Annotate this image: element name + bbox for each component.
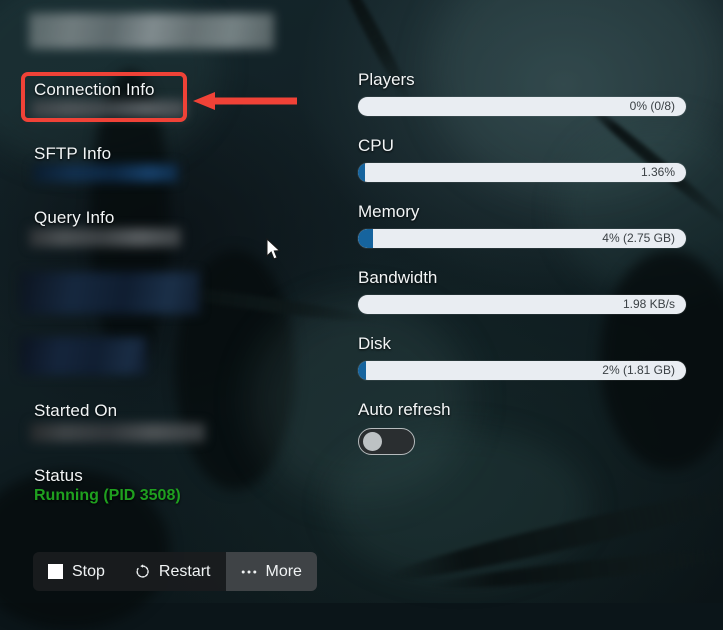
field-label-status: Status bbox=[34, 466, 83, 485]
restart-circle-icon bbox=[135, 564, 150, 579]
progress-bar-players: 0% (0/8) bbox=[358, 97, 686, 116]
progress-bar-memory: 4% (2.75 GB) bbox=[358, 229, 686, 248]
stat-disk: Disk 2% (1.81 GB) bbox=[358, 334, 686, 380]
progress-fill-memory bbox=[358, 229, 373, 248]
field-label-started-on: Started On bbox=[34, 401, 118, 420]
progress-fill-disk bbox=[358, 361, 367, 380]
auto-refresh-label: Auto refresh bbox=[358, 400, 451, 419]
redacted-extra-block-1 bbox=[20, 272, 200, 314]
stat-label-players: Players bbox=[358, 70, 415, 89]
progress-bar-cpu: 1.36% bbox=[358, 163, 686, 182]
restart-button-label: Restart bbox=[158, 562, 211, 580]
stat-bandwidth: Bandwidth 1.98 KB/s bbox=[358, 268, 686, 314]
stat-label-bandwidth: Bandwidth bbox=[358, 268, 438, 287]
more-button[interactable]: More bbox=[225, 552, 317, 591]
redacted-server-title bbox=[29, 13, 274, 49]
redacted-extra-block-2 bbox=[20, 337, 147, 375]
ellipsis-icon bbox=[241, 569, 257, 575]
progress-text-disk: 2% (1.81 GB) bbox=[602, 363, 675, 377]
stop-square-icon bbox=[48, 564, 63, 579]
status-value: Running (PID 3508) bbox=[34, 487, 181, 504]
toggle-knob bbox=[363, 432, 382, 451]
annotation-highlight-box bbox=[21, 72, 187, 122]
auto-refresh-toggle[interactable] bbox=[358, 428, 415, 455]
redacted-query-value bbox=[29, 228, 181, 247]
stat-players: Players 0% (0/8) bbox=[358, 70, 686, 116]
more-button-label: More bbox=[265, 562, 302, 580]
progress-bar-bandwidth: 1.98 KB/s bbox=[358, 295, 686, 314]
progress-fill-cpu bbox=[358, 163, 365, 182]
redacted-started-on-value bbox=[30, 423, 205, 442]
redacted-sftp-value bbox=[33, 164, 178, 182]
stat-memory: Memory 4% (2.75 GB) bbox=[358, 202, 686, 248]
server-action-bar: Stop Restart More bbox=[33, 552, 317, 591]
restart-button[interactable]: Restart bbox=[120, 552, 226, 591]
stat-label-disk: Disk bbox=[358, 334, 392, 353]
stat-label-memory: Memory bbox=[358, 202, 420, 221]
progress-bar-disk: 2% (1.81 GB) bbox=[358, 361, 686, 380]
field-label-sftp-info: SFTP Info bbox=[34, 144, 112, 163]
auto-refresh-group: Auto refresh bbox=[358, 400, 686, 455]
annotation-arrow-icon bbox=[193, 90, 297, 112]
progress-text-players: 0% (0/8) bbox=[629, 99, 675, 113]
field-label-query-info: Query Info bbox=[34, 208, 115, 227]
stat-cpu: CPU 1.36% bbox=[358, 136, 686, 182]
progress-text-cpu: 1.36% bbox=[640, 165, 675, 179]
stop-button-label: Stop bbox=[72, 562, 105, 580]
progress-text-bandwidth: 1.98 KB/s bbox=[622, 297, 675, 311]
mouse-cursor-icon bbox=[266, 237, 282, 262]
stat-label-cpu: CPU bbox=[358, 136, 394, 155]
stop-button[interactable]: Stop bbox=[33, 552, 120, 591]
progress-text-memory: 4% (2.75 GB) bbox=[602, 231, 675, 245]
stats-column: Players 0% (0/8) CPU 1.36% Memory 4% (2.… bbox=[358, 70, 686, 455]
